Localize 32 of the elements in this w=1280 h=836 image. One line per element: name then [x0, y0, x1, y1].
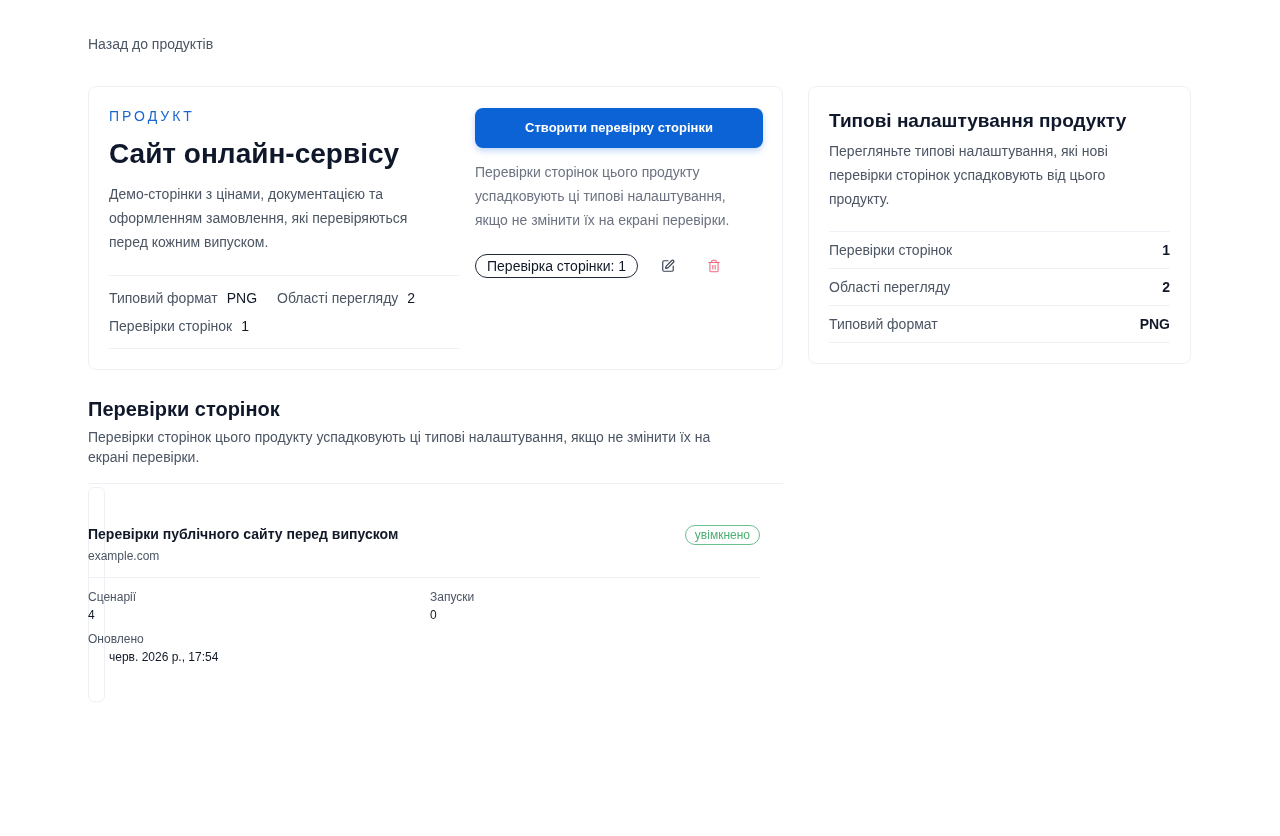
field-label: Запуски [430, 589, 476, 605]
stat-label: Перевірки сторінок [109, 317, 233, 336]
check-domain: example.com [88, 548, 161, 564]
field-value: черв. 2026 р., 17:54 [108, 649, 220, 665]
setting-label: Перевірки сторінок [829, 240, 953, 260]
stat-value: 1 [241, 317, 249, 336]
check-title: Перевірки публічного сайту перед випуском [88, 525, 399, 544]
edit-icon [661, 259, 676, 273]
setting-value: PNG [1139, 314, 1170, 334]
panel-title: Типові налаштування продукту [829, 109, 1128, 133]
eyebrow-label: ПРОДУКТ [109, 107, 196, 126]
setting-value: 2 [1162, 277, 1170, 297]
product-description: Демо-сторінки з цінами, документацією та оформленням замовлення, які перевіряються перед кожним випуском. [109, 185, 409, 252]
panel-description: Перегляньте типові налаштування, які нові перевірки сторінок успадковують від цього продукту. [829, 142, 1109, 209]
stat-label: Області перегляду [277, 289, 399, 308]
field-label: Сценарії [88, 589, 138, 605]
field-value: 0 [430, 607, 438, 623]
back-link[interactable]: Назад до продуктів [88, 36, 214, 52]
trash-icon [707, 259, 722, 273]
inheritance-note: Перевірки сторінок цього продукту успадковують ці типові налаштування, якщо не змінити їх на екрані перевірки. [475, 163, 731, 230]
setting-label: Області перегляду [829, 277, 951, 297]
section-description: Перевірки сторінок цього продукту успадковують ці типові налаштування, якщо не змінити їх на екрані перевірки. [88, 428, 712, 467]
setting-label: Типовий формат [829, 314, 938, 334]
section-title: Перевірки сторінок [88, 397, 281, 422]
create-check-button[interactable]: Створити перевірку сторінки [475, 108, 763, 148]
field-value: 4 [88, 607, 96, 623]
stat-value: 2 [407, 289, 416, 308]
field-label: Оновлено [88, 631, 145, 647]
product-title: Сайт онлайн-сервісу [109, 137, 401, 171]
stat-label: Типовий формат [109, 289, 218, 308]
setting-value: 1 [1162, 240, 1170, 260]
stat-value: PNG [226, 289, 258, 308]
